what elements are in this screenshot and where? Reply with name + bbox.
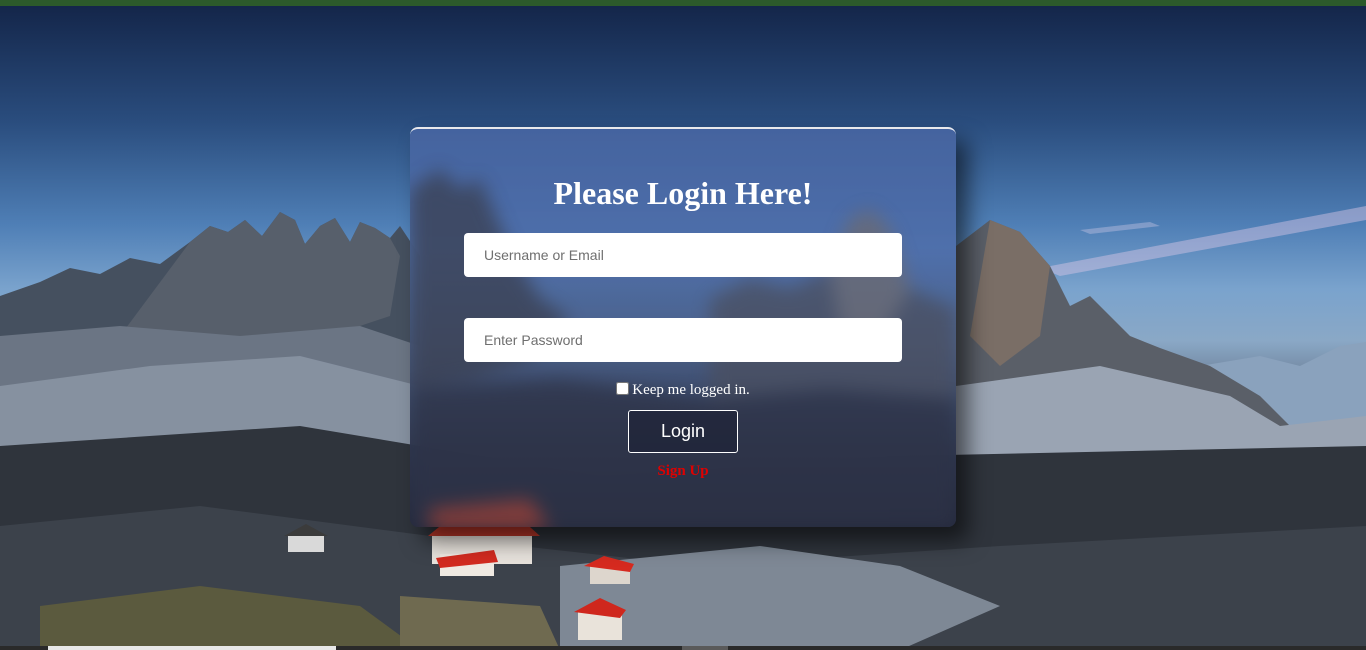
remember-me-row: Keep me logged in.	[410, 382, 956, 399]
password-input[interactable]	[464, 318, 902, 362]
login-form: Please Login Here! Keep me logged in. Lo…	[410, 129, 956, 527]
remember-me-checkbox[interactable]	[616, 382, 630, 395]
remember-me-label: Keep me logged in.	[632, 382, 750, 398]
bottom-strip-thumb	[48, 646, 336, 650]
login-button[interactable]: Login	[628, 410, 738, 453]
signup-link[interactable]: Sign Up	[410, 463, 956, 480]
bottom-strip-marker	[682, 646, 728, 650]
username-input[interactable]	[464, 233, 902, 277]
login-card: Please Login Here! Keep me logged in. Lo…	[410, 127, 956, 527]
bottom-scroll-strip	[0, 646, 1366, 650]
login-title: Please Login Here!	[553, 175, 813, 211]
